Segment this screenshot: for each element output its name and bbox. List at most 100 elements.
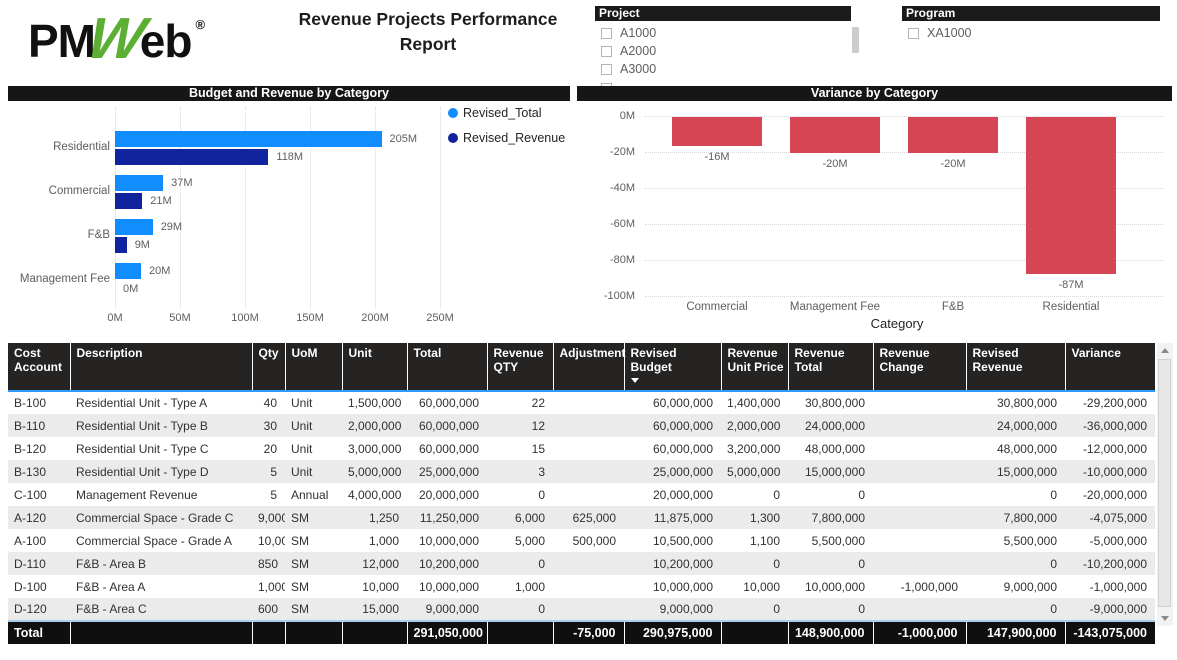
cell-adjustment: 625,000 bbox=[553, 506, 624, 529]
variance-x-axis-title: Category bbox=[617, 316, 1177, 331]
cell-total: 60,000,000 bbox=[407, 391, 487, 414]
total-revenue-qty bbox=[487, 621, 553, 644]
col-header-adjustment[interactable]: Adjustment bbox=[553, 343, 624, 391]
cell-uom: SM bbox=[285, 575, 342, 598]
cell-uom: Unit bbox=[285, 460, 342, 483]
cell-variance: -36,000,000 bbox=[1065, 414, 1155, 437]
cell-unit: 5,000,000 bbox=[342, 460, 407, 483]
table-row-b-120[interactable]: B-120Residential Unit - Type C20Unit3,00… bbox=[8, 437, 1155, 460]
bar-value-label: -87M bbox=[1026, 279, 1116, 291]
col-header-revised-revenue[interactable]: Revised Revenue bbox=[966, 343, 1065, 391]
col-header-revenue-total[interactable]: Revenue Total bbox=[788, 343, 873, 391]
col-header-cost-account[interactable]: Cost Account bbox=[8, 343, 70, 391]
col-header-total[interactable]: Total bbox=[407, 343, 487, 391]
cell-unit: 12,000 bbox=[342, 552, 407, 575]
legend-item-revised-revenue[interactable]: Revised_Revenue bbox=[448, 131, 565, 145]
variance-bar-residential[interactable] bbox=[1026, 117, 1116, 274]
sort-desc-icon bbox=[631, 378, 639, 383]
table-row-b-130[interactable]: B-130Residential Unit - Type D5Unit5,000… bbox=[8, 460, 1155, 483]
total-unit bbox=[342, 621, 407, 644]
cell-revised-revenue: 30,800,000 bbox=[966, 391, 1065, 414]
variance-bar-management-fee[interactable] bbox=[790, 117, 880, 153]
cell-unit: 3,000,000 bbox=[342, 437, 407, 460]
cell-description: Residential Unit - Type B bbox=[70, 414, 252, 437]
cell-revenue-change bbox=[873, 552, 966, 575]
cell-description: Management Revenue bbox=[70, 483, 252, 506]
cell-adjustment bbox=[553, 483, 624, 506]
col-header-revenue-qty[interactable]: Revenue QTY bbox=[487, 343, 553, 391]
scroll-up-icon[interactable] bbox=[1161, 348, 1169, 353]
table-row-b-100[interactable]: B-100Residential Unit - Type A40Unit1,50… bbox=[8, 391, 1155, 414]
revised-revenue-bar-f-b[interactable] bbox=[115, 237, 127, 253]
cell-total: 9,000,000 bbox=[407, 598, 487, 621]
col-header-revenue-change[interactable]: Revenue Change bbox=[873, 343, 966, 391]
project-option-a1000[interactable]: A1000 bbox=[595, 24, 865, 42]
cell-revenue-qty: 22 bbox=[487, 391, 553, 414]
revised-total-bar-management-fee[interactable] bbox=[115, 263, 141, 279]
col-header-qty[interactable]: Qty bbox=[252, 343, 285, 391]
y-axis-tick: -20M bbox=[577, 146, 635, 158]
cell-variance: -10,000,000 bbox=[1065, 460, 1155, 483]
revised-total-bar-f-b[interactable] bbox=[115, 219, 153, 235]
cell-adjustment bbox=[553, 460, 624, 483]
cell-revised-budget: 10,500,000 bbox=[624, 529, 721, 552]
variance-bar-f-b[interactable] bbox=[908, 117, 998, 153]
table-body: B-100Residential Unit - Type A40Unit1,50… bbox=[8, 391, 1155, 621]
table-row-c-100[interactable]: C-100Management Revenue5Annual4,000,0002… bbox=[8, 483, 1155, 506]
table-row-d-120[interactable]: D-120F&B - Area C600SM15,0009,000,00009,… bbox=[8, 598, 1155, 621]
y-category-label: Management Fee bbox=[10, 273, 110, 285]
variance-chart: Category 0M-20M-40M-60M-80M-100M-16MComm… bbox=[577, 101, 1172, 342]
cell-revised-budget: 10,200,000 bbox=[624, 552, 721, 575]
col-header-revised-budget[interactable]: Revised Budget bbox=[624, 343, 721, 391]
cell-total: 11,250,000 bbox=[407, 506, 487, 529]
cell-cost-account: D-100 bbox=[8, 575, 70, 598]
pmweb-logo: PMWeb® bbox=[28, 6, 205, 76]
checkbox-icon[interactable] bbox=[601, 28, 612, 39]
cost-accounts-table: Cost AccountDescriptionQtyUoMUnitTotalRe… bbox=[8, 343, 1155, 644]
revised-revenue-bar-commercial[interactable] bbox=[115, 193, 142, 209]
total-variance: -143,075,000 bbox=[1065, 621, 1155, 644]
checkbox-icon[interactable] bbox=[908, 28, 919, 39]
col-header-uom[interactable]: UoM bbox=[285, 343, 342, 391]
checkbox-icon[interactable] bbox=[601, 46, 612, 57]
table-row-d-100[interactable]: D-100F&B - Area A1,000SM10,00010,000,000… bbox=[8, 575, 1155, 598]
bar-value-label: 205M bbox=[390, 133, 418, 145]
col-header-unit[interactable]: Unit bbox=[342, 343, 407, 391]
table-scrollbar[interactable] bbox=[1157, 343, 1173, 626]
col-header-variance[interactable]: Variance bbox=[1065, 343, 1155, 391]
cell-revenue-qty: 0 bbox=[487, 483, 553, 506]
registered-mark: ® bbox=[195, 17, 205, 32]
cell-cost-account: B-120 bbox=[8, 437, 70, 460]
revised-total-bar-commercial[interactable] bbox=[115, 175, 163, 191]
cell-revenue-unit-price: 1,100 bbox=[721, 529, 788, 552]
table-scrollbar-thumb[interactable] bbox=[1158, 359, 1171, 607]
cell-adjustment bbox=[553, 552, 624, 575]
revised-revenue-bar-residential[interactable] bbox=[115, 149, 268, 165]
total-description bbox=[70, 621, 252, 644]
table-row-a-120[interactable]: A-120Commercial Space - Grade C9,000SM1,… bbox=[8, 506, 1155, 529]
cell-adjustment bbox=[553, 437, 624, 460]
budget-revenue-chart: 0M50M100M150M200M250MResidential205M118M… bbox=[8, 101, 570, 342]
legend-item-revised-total[interactable]: Revised_Total bbox=[448, 106, 542, 120]
scroll-down-icon[interactable] bbox=[1161, 616, 1169, 621]
col-header-description[interactable]: Description bbox=[70, 343, 252, 391]
program-option-xa1000[interactable]: XA1000 bbox=[902, 24, 1162, 42]
cell-revised-revenue: 48,000,000 bbox=[966, 437, 1065, 460]
project-slicer-scrollbar-thumb[interactable] bbox=[852, 27, 859, 53]
revised-total-bar-residential[interactable] bbox=[115, 131, 382, 147]
checkbox-icon[interactable] bbox=[601, 64, 612, 75]
table-row-a-100[interactable]: A-100Commercial Space - Grade A10,000SM1… bbox=[8, 529, 1155, 552]
cell-revenue-total: 15,000,000 bbox=[788, 460, 873, 483]
x-axis-tick: 100M bbox=[225, 312, 265, 324]
project-option-a2000[interactable]: A2000 bbox=[595, 42, 865, 60]
variance-bar-commercial[interactable] bbox=[672, 117, 762, 146]
table-row-b-110[interactable]: B-110Residential Unit - Type B30Unit2,00… bbox=[8, 414, 1155, 437]
cell-unit: 1,250 bbox=[342, 506, 407, 529]
cell-revised-revenue: 7,800,000 bbox=[966, 506, 1065, 529]
project-option-a3000[interactable]: A3000 bbox=[595, 60, 865, 78]
cell-revenue-unit-price: 1,400,000 bbox=[721, 391, 788, 414]
table-row-d-110[interactable]: D-110F&B - Area B850SM12,00010,200,00001… bbox=[8, 552, 1155, 575]
col-header-revenue-unit-price[interactable]: Revenue Unit Price bbox=[721, 343, 788, 391]
cell-qty: 9,000 bbox=[252, 506, 285, 529]
cell-description: F&B - Area A bbox=[70, 575, 252, 598]
